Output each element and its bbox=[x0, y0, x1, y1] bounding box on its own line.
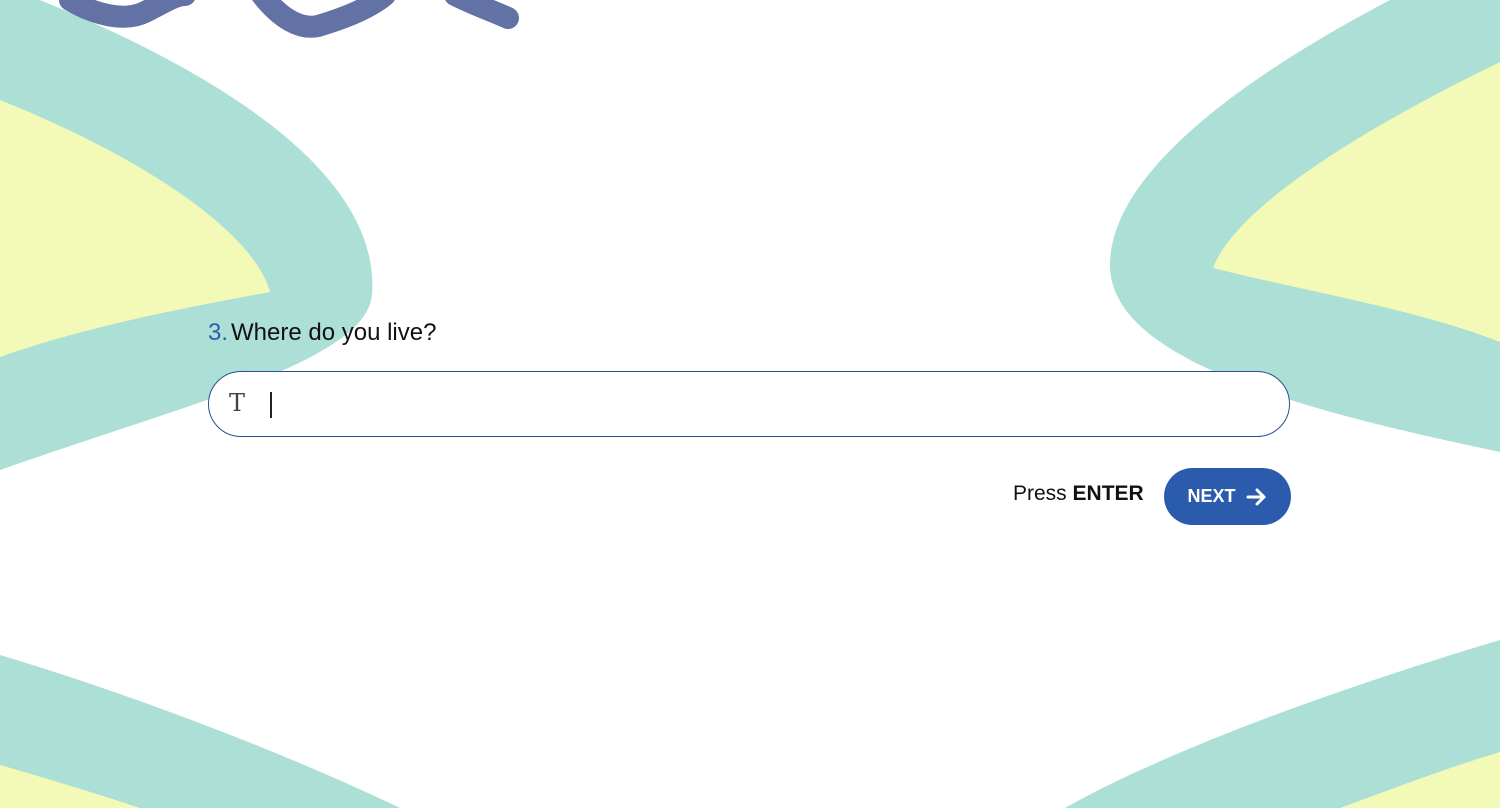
text-caret bbox=[270, 392, 272, 418]
next-button-label: NEXT bbox=[1187, 486, 1236, 506]
arrow-right-icon bbox=[1246, 488, 1265, 505]
enter-hint-prefix: Press bbox=[1013, 482, 1067, 505]
enter-hint-key: ENTER bbox=[1072, 482, 1144, 505]
question-number: 3. bbox=[208, 319, 229, 346]
form-page: 3. Where do you live? T Press ENTER NEXT bbox=[0, 0, 1500, 808]
question-text: Where do you live? bbox=[231, 319, 437, 346]
enter-hint: Press ENTER bbox=[1013, 482, 1144, 506]
answer-input[interactable] bbox=[265, 382, 1269, 428]
text-type-icon: T bbox=[229, 389, 246, 417]
top-scribble bbox=[59, 0, 519, 38]
question-title: 3. Where do you live? bbox=[208, 319, 436, 347]
next-button[interactable]: NEXT bbox=[1164, 468, 1291, 525]
answer-field[interactable]: T bbox=[208, 371, 1290, 437]
